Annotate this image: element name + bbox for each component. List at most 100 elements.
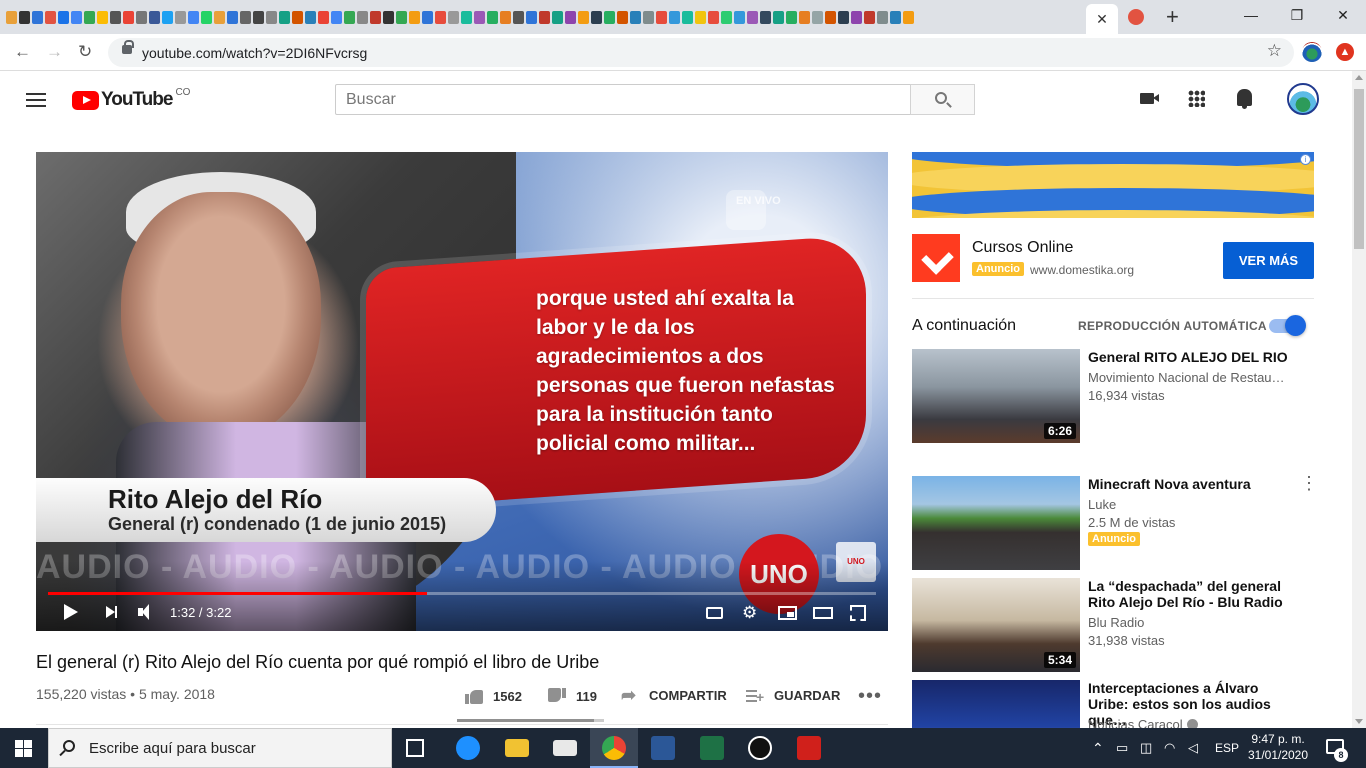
account-avatar[interactable] bbox=[1287, 83, 1319, 115]
pinned-tab-favicon-icon[interactable] bbox=[734, 10, 745, 24]
pinned-tab-favicon-icon[interactable] bbox=[461, 10, 472, 24]
recommended-video[interactable]: 5:34 La “despachada” del general Rito Al… bbox=[912, 578, 1316, 673]
pinned-tab-favicon-icon[interactable] bbox=[409, 10, 420, 24]
domestika-logo[interactable] bbox=[912, 234, 960, 282]
share-button[interactable]: COMPARTIR bbox=[621, 685, 727, 706]
recommended-video-ad[interactable]: Minecraft Nova aventura Luke 2.5 M de vi… bbox=[912, 474, 1318, 571]
search-box[interactable] bbox=[335, 84, 911, 115]
ad-info-icon[interactable]: i bbox=[1300, 154, 1311, 165]
video-thumbnail[interactable] bbox=[912, 476, 1080, 570]
pinned-tab-favicon-icon[interactable] bbox=[32, 10, 43, 24]
extension-globe-icon[interactable] bbox=[1302, 42, 1322, 62]
pinned-tab-favicon-icon[interactable] bbox=[682, 10, 693, 24]
pinned-tab-favicon-icon[interactable] bbox=[747, 10, 758, 24]
subtitles-icon[interactable] bbox=[706, 607, 723, 619]
bookmark-star-icon[interactable]: ☆ bbox=[1267, 41, 1282, 61]
acrobat-icon[interactable] bbox=[797, 736, 821, 760]
edge-browser-icon[interactable] bbox=[456, 736, 480, 760]
pinned-tab-favicon-icon[interactable] bbox=[292, 10, 303, 24]
hamburger-menu-icon[interactable] bbox=[26, 93, 46, 107]
word-icon[interactable] bbox=[651, 736, 675, 760]
play-icon[interactable] bbox=[64, 604, 78, 620]
windows-start-icon[interactable] bbox=[15, 740, 32, 757]
pinned-tab-favicon-icon[interactable] bbox=[435, 10, 446, 24]
youtube-logo[interactable]: YouTube CO bbox=[72, 87, 190, 111]
pinned-tab-favicon-icon[interactable] bbox=[565, 10, 576, 24]
recommended-video[interactable]: 6:26 General RITO ALEJO DEL RIO Movimien… bbox=[912, 349, 1316, 444]
close-window-icon[interactable]: ✕ bbox=[1320, 0, 1366, 30]
speaker-icon[interactable]: ◁ bbox=[1188, 728, 1198, 768]
tab-favicon-icon[interactable] bbox=[1128, 9, 1144, 25]
more-actions-icon[interactable]: ••• bbox=[858, 686, 882, 706]
excel-icon[interactable] bbox=[700, 736, 724, 760]
pinned-tab-favicon-icon[interactable] bbox=[786, 10, 797, 24]
pinned-tab-favicon-icon[interactable] bbox=[123, 10, 134, 24]
pinned-tab-favicon-icon[interactable] bbox=[643, 10, 654, 24]
pinned-tab-favicon-icon[interactable] bbox=[825, 10, 836, 24]
pinned-tab-favicon-icon[interactable] bbox=[890, 10, 901, 24]
app-circle-icon[interactable] bbox=[748, 736, 772, 760]
pinned-tab-favicon-icon[interactable] bbox=[253, 10, 264, 24]
new-tab-icon[interactable]: + bbox=[1166, 6, 1179, 28]
pinned-tab-favicon-icon[interactable] bbox=[669, 10, 680, 24]
recommended-title[interactable]: La “despachada” del general Rito Alejo D… bbox=[1088, 578, 1298, 610]
pinned-tab-favicon-icon[interactable] bbox=[136, 10, 147, 24]
pinned-tab-favicon-icon[interactable] bbox=[630, 10, 641, 24]
file-explorer-icon[interactable] bbox=[505, 739, 529, 757]
url-text[interactable]: youtube.com/watch?v=2DI6NFvcrsg bbox=[142, 45, 367, 61]
pinned-tab-favicon-icon[interactable] bbox=[175, 10, 186, 24]
pinned-tab-favicon-icon[interactable] bbox=[201, 10, 212, 24]
wifi-icon[interactable]: ◠ bbox=[1164, 728, 1175, 768]
pinned-tab-favicon-icon[interactable] bbox=[617, 10, 628, 24]
chrome-icon[interactable] bbox=[590, 736, 638, 768]
create-video-icon[interactable] bbox=[1140, 93, 1159, 104]
pinned-tab-favicon-icon[interactable] bbox=[188, 10, 199, 24]
next-icon[interactable] bbox=[106, 606, 117, 618]
pinned-tab-favicon-icon[interactable] bbox=[695, 10, 706, 24]
close-tab-icon[interactable]: ✕ bbox=[1096, 11, 1108, 28]
back-icon[interactable]: ← bbox=[14, 42, 31, 62]
ad-banner-image[interactable]: i bbox=[912, 152, 1314, 218]
dislike-button[interactable]: 119 bbox=[548, 688, 597, 704]
tray-chevron-icon[interactable]: ⌃ bbox=[1092, 728, 1104, 768]
taskbar-search-input[interactable] bbox=[89, 729, 389, 767]
pinned-tab-favicon-icon[interactable] bbox=[708, 10, 719, 24]
apps-grid-icon[interactable] bbox=[1188, 90, 1205, 107]
video-thumbnail[interactable]: 6:26 bbox=[912, 349, 1080, 443]
volume-icon[interactable] bbox=[138, 604, 156, 620]
pinned-tab-favicon-icon[interactable] bbox=[396, 10, 407, 24]
ad-title[interactable]: Cursos Online bbox=[972, 239, 1073, 257]
miniplayer-icon[interactable] bbox=[778, 606, 797, 620]
pinned-tab-favicon-icon[interactable] bbox=[877, 10, 888, 24]
pinned-tab-favicon-icon[interactable] bbox=[773, 10, 784, 24]
pinned-tab-favicon-icon[interactable] bbox=[864, 10, 875, 24]
extension-arrow-icon[interactable]: ▲ bbox=[1336, 43, 1354, 61]
battery-icon[interactable]: ▭ bbox=[1116, 728, 1128, 768]
pinned-tab-favicon-icon[interactable] bbox=[578, 10, 589, 24]
pinned-tab-favicon-icon[interactable] bbox=[305, 10, 316, 24]
pinned-tab-favicon-icon[interactable] bbox=[526, 10, 537, 24]
pinned-tab-favicon-icon[interactable] bbox=[591, 10, 602, 24]
notifications-bell-icon[interactable] bbox=[1237, 89, 1252, 109]
pinned-tab-favicon-icon[interactable] bbox=[383, 10, 394, 24]
mail-icon[interactable] bbox=[553, 740, 577, 756]
lock-icon[interactable] bbox=[122, 40, 134, 54]
reload-icon[interactable]: ↻ bbox=[78, 42, 92, 62]
pinned-tab-favicon-icon[interactable] bbox=[552, 10, 563, 24]
search-button[interactable] bbox=[910, 84, 975, 115]
pinned-tab-favicon-icon[interactable] bbox=[240, 10, 251, 24]
pinned-tab-favicon-icon[interactable] bbox=[357, 10, 368, 24]
address-bar[interactable]: youtube.com/watch?v=2DI6NFvcrsg ☆ bbox=[108, 38, 1294, 67]
pinned-tab-favicon-icon[interactable] bbox=[110, 10, 121, 24]
minimize-icon[interactable]: — bbox=[1228, 0, 1274, 30]
pinned-tab-favicon-icon[interactable] bbox=[812, 10, 823, 24]
pinned-tab-favicon-icon[interactable] bbox=[214, 10, 225, 24]
pinned-tab-favicon-icon[interactable] bbox=[58, 10, 69, 24]
pinned-tab-favicon-icon[interactable] bbox=[149, 10, 160, 24]
pinned-tab-favicon-icon[interactable] bbox=[799, 10, 810, 24]
system-clock[interactable]: 9:47 p. m. 31/01/2020 bbox=[1246, 731, 1310, 763]
scroll-up-icon[interactable] bbox=[1355, 75, 1363, 80]
pinned-tab-favicon-icon[interactable] bbox=[604, 10, 615, 24]
pinned-tab-favicon-icon[interactable] bbox=[227, 10, 238, 24]
pinned-tab-favicon-icon[interactable] bbox=[266, 10, 277, 24]
